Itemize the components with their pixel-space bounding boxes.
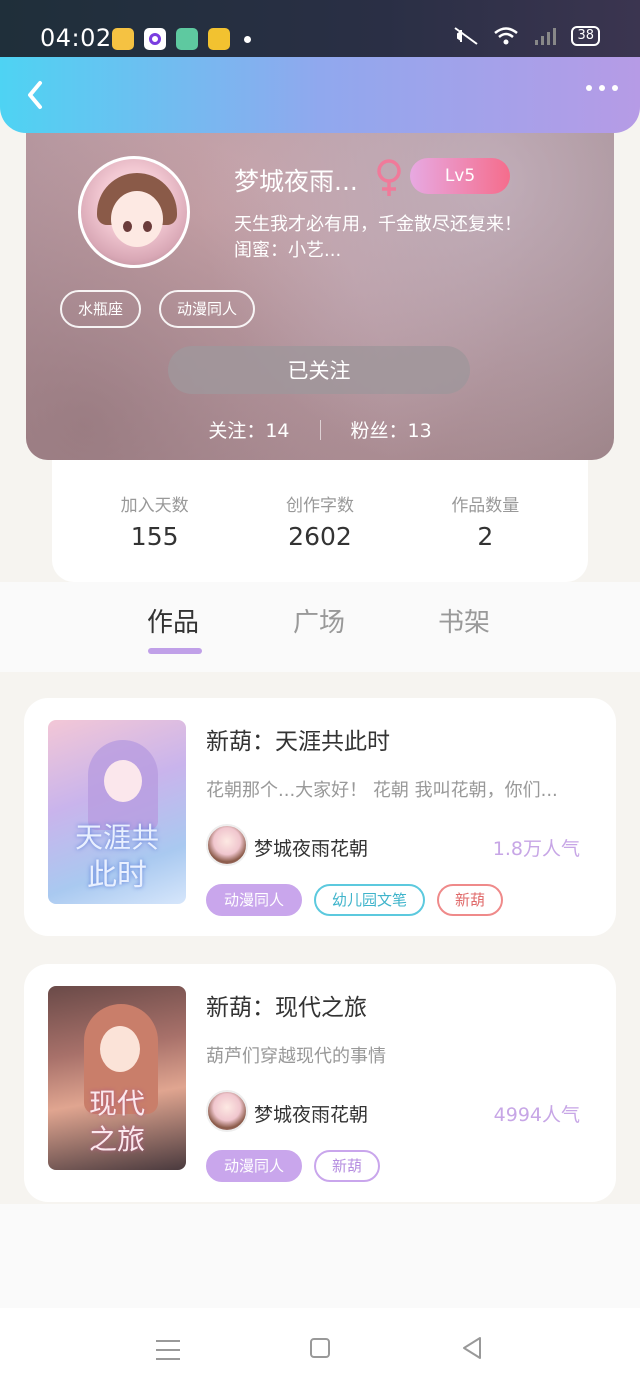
- work-cover[interactable]: 现代 之旅: [48, 986, 186, 1170]
- work-tag[interactable]: 新葫: [314, 1150, 381, 1182]
- menu-icon[interactable]: [156, 1340, 180, 1367]
- work-description: 花朝那个...大家好！ 花朝 我叫花朝，你们...: [206, 780, 558, 801]
- following-count[interactable]: 关注：14: [208, 416, 289, 443]
- level-badge: Lv5: [410, 158, 510, 194]
- work-description: 葫芦们穿越现代的事情: [206, 1046, 386, 1067]
- author-avatar: [206, 824, 248, 866]
- app-notification-icon: [176, 28, 198, 50]
- chevron-left-icon[interactable]: [20, 77, 50, 113]
- wifi-icon: [494, 27, 519, 45]
- avatar[interactable]: [78, 156, 190, 268]
- tab-active-indicator: [148, 648, 202, 654]
- app-notification-icon: [112, 28, 134, 50]
- stat-work-count: 作品数量 2: [415, 491, 555, 551]
- follow-stats: 关注：14 粉丝：13: [26, 416, 614, 443]
- stat-label: 加入天数: [120, 496, 189, 516]
- work-cover[interactable]: 天涯共 此时: [48, 720, 186, 904]
- work-tags: 动漫同人 幼儿园文笔 新葫: [206, 884, 504, 916]
- profile-bio: 天生我才必有用，千金散尽还复来！: [234, 214, 522, 235]
- more-dots-icon[interactable]: [586, 85, 618, 91]
- app-notification-icon: [208, 28, 230, 50]
- stat-label: 作品数量: [451, 496, 520, 516]
- work-tags: 动漫同人 新葫: [206, 1150, 381, 1182]
- stat-value: 2602: [288, 522, 352, 551]
- work-title: 新葫：现代之旅: [206, 995, 367, 1021]
- battery-icon: 38: [571, 26, 600, 46]
- stat-value: 2: [477, 522, 494, 551]
- stat-value: 155: [130, 522, 179, 551]
- system-nav-bar: [0, 1308, 640, 1387]
- status-right: 38: [453, 26, 600, 46]
- profile-bff: 闺蜜：小艺...: [234, 240, 342, 261]
- stat-label: 创作字数: [285, 496, 354, 516]
- popularity-count: 4994人气: [493, 1104, 580, 1126]
- divider: [319, 419, 321, 440]
- app-header: [0, 57, 640, 133]
- tab-bar: 作品 广场 书架: [0, 582, 640, 672]
- profile-tag[interactable]: 水瓶座: [60, 290, 142, 328]
- follow-button[interactable]: 已关注: [168, 346, 470, 394]
- female-icon: [377, 159, 401, 196]
- stat-join-days: 加入天数 155: [85, 491, 225, 551]
- followers-count[interactable]: 粉丝：13: [351, 416, 432, 443]
- tab-bookshelf[interactable]: 书架: [438, 602, 490, 639]
- mute-icon: [454, 27, 479, 45]
- profile-tag[interactable]: 动漫同人: [159, 290, 256, 328]
- work-tag[interactable]: 动漫同人: [206, 884, 303, 916]
- work-card[interactable]: 现代 之旅 新葫：现代之旅 葫芦们穿越现代的事情 梦城夜雨花朝 4994人气 动…: [24, 964, 616, 1202]
- status-time: 04:02: [40, 24, 112, 52]
- work-tag[interactable]: 幼儿园文笔: [314, 884, 426, 916]
- work-card[interactable]: 天涯共 此时 新葫：天涯共此时 花朝那个...大家好！ 花朝 我叫花朝，你们..…: [24, 698, 616, 936]
- work-title: 新葫：天涯共此时: [206, 729, 390, 755]
- tab-works[interactable]: 作品: [147, 602, 199, 639]
- signal-icon: [535, 28, 557, 45]
- home-icon[interactable]: [310, 1338, 330, 1358]
- work-tag[interactable]: 新葫: [437, 884, 504, 916]
- stat-word-count: 创作字数 2602: [250, 491, 390, 551]
- popularity-count: 1.8万人气: [492, 838, 580, 860]
- profile-tags: 水瓶座 动漫同人: [60, 290, 256, 328]
- author-name: 梦城夜雨花朝: [254, 1104, 369, 1126]
- author-name: 梦城夜雨花朝: [254, 838, 369, 860]
- work-tag[interactable]: 动漫同人: [206, 1150, 303, 1182]
- author-avatar: [206, 1090, 248, 1132]
- back-triangle-icon[interactable]: [460, 1336, 484, 1360]
- tab-square[interactable]: 广场: [293, 602, 345, 639]
- more-notifications-dot: [244, 35, 251, 43]
- stats-card: 加入天数 155 创作字数 2602 作品数量 2: [52, 460, 588, 582]
- list-footer: [0, 1204, 640, 1308]
- profile-card: 梦城夜雨... Lv5 天生我才必有用，千金散尽还复来！ 闺蜜：小艺... 水瓶…: [26, 110, 614, 460]
- status-app-icons: [112, 28, 251, 50]
- app-notification-icon: [144, 28, 166, 50]
- profile-name: 梦城夜雨...: [234, 167, 358, 196]
